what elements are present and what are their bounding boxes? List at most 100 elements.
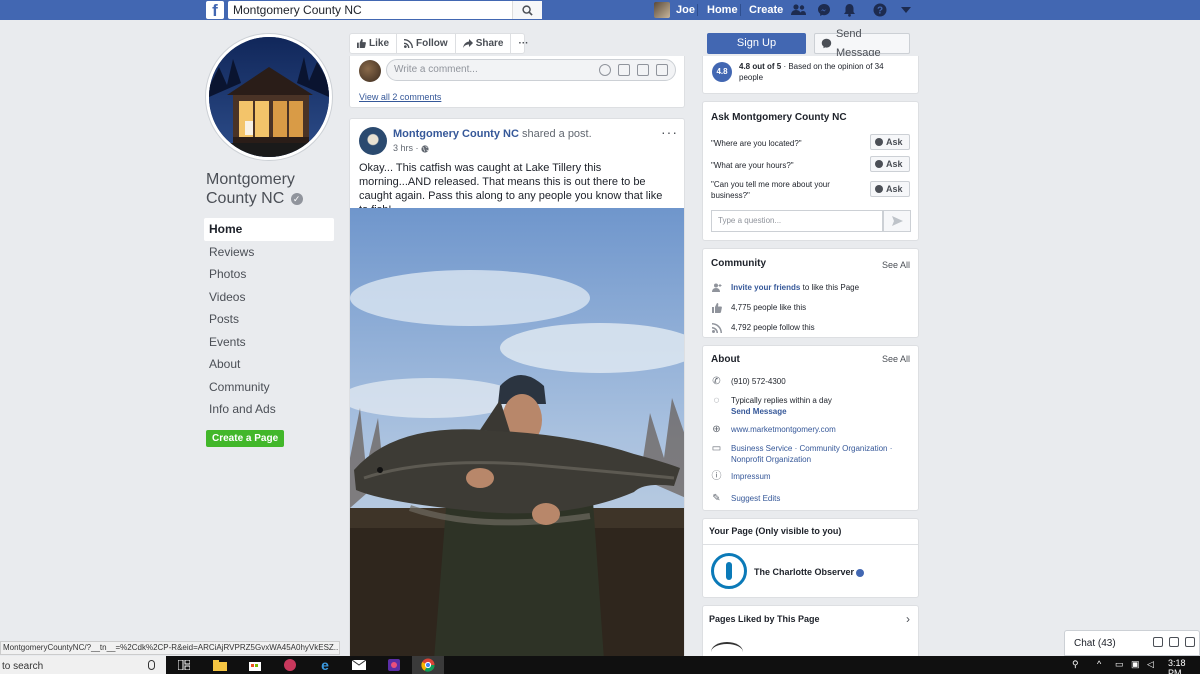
divider [740,4,741,16]
store-icon[interactable] [247,658,263,672]
follow-page-button[interactable]: Follow [397,34,456,53]
nav-item-reviews[interactable]: Reviews [204,241,334,264]
help-icon[interactable]: ? [872,2,888,18]
nav-item-posts[interactable]: Posts [204,308,334,331]
app-icon[interactable] [282,658,298,672]
compose-icon[interactable] [1153,637,1163,647]
about-send-message-link[interactable]: Send Message [731,407,787,416]
volume-icon[interactable]: ◁ [1147,659,1154,670]
people-icon[interactable] [1169,637,1179,647]
about-see-all-link[interactable]: See All [882,354,910,364]
messenger-icon[interactable] [816,2,832,18]
profile-link[interactable]: Joe [654,2,695,18]
user-name: Joe [676,4,695,16]
search-input[interactable] [228,1,508,19]
people-icon[interactable]: ⚲ [1072,659,1079,670]
emoji-icon[interactable] [599,64,611,76]
nav-item-home[interactable]: Home [204,218,334,241]
ask-button[interactable]: Ask [870,134,910,150]
search-box[interactable] [228,1,542,19]
post-photo-catfish[interactable] [350,208,684,657]
search-button[interactable] [512,1,542,19]
battery-icon[interactable]: ▭ [1115,659,1124,670]
post-options-button[interactable]: ··· [661,124,678,140]
rss-follow-icon [404,39,414,48]
nav-item-info-and-ads[interactable]: Info and Ads [204,398,334,421]
ask-button[interactable]: Ask [870,156,910,172]
more-label: ··· [518,38,529,49]
gear-icon[interactable] [1185,637,1195,647]
post-author-link[interactable]: Montgomery County NC [393,128,519,140]
your-page-card: Your Page (Only visible to you) The Char… [702,518,919,598]
comment-input[interactable]: Write a comment... [386,59,676,81]
task-view-icon[interactable] [176,658,192,672]
view-all-comments-link[interactable]: View all 2 comments [359,92,441,102]
sticker-icon[interactable] [656,64,668,76]
nav-item-about[interactable]: About [204,353,334,376]
nav-item-videos[interactable]: Videos [204,286,334,309]
suggest-edits-row: ✎ Suggest Edits [711,493,911,504]
rss-follow-icon [711,322,722,333]
chevron-up-icon[interactable]: ^ [1097,659,1101,669]
taskbar-search-box[interactable]: to search [0,656,166,674]
facebook-logo-icon[interactable]: f [206,1,224,19]
rating-badge: 4.8 [712,62,732,82]
ask-question: "What are your hours?" [711,161,794,170]
categories-links[interactable]: Business Service · Community Organizatio… [731,443,911,465]
post-timestamp[interactable]: 3 hrs · [393,143,429,153]
system-clock[interactable]: 3:18 PM [1168,658,1200,674]
file-explorer-icon[interactable] [212,658,228,672]
like-page-button[interactable]: Like [350,34,398,53]
app-icon[interactable] [386,658,402,672]
create-link[interactable]: Create [749,4,783,16]
page-profile-picture[interactable] [206,34,332,160]
create-page-button[interactable]: Create a Page [206,430,285,447]
sign-up-button[interactable]: Sign Up [707,33,806,54]
taskbar-search-text: to search [2,661,44,672]
phone-row: ✆ (910) 572-4300 [711,376,911,387]
ask-button[interactable]: Ask [870,181,910,197]
notifications-icon[interactable] [841,2,857,18]
charlotte-observer-logo-icon[interactable] [711,553,747,589]
ask-question-input[interactable]: Type a question... [711,210,883,232]
friend-requests-icon[interactable] [790,2,806,18]
page-title-line1: Montgomery [206,171,295,188]
send-message-button[interactable]: Send Message [814,28,910,59]
pencil-icon: ✎ [712,493,721,504]
invite-friends-link[interactable]: Invite your friends [731,283,800,292]
share-page-button[interactable]: Share [456,34,512,53]
chrome-browser-icon[interactable] [420,658,436,672]
nav-item-photos[interactable]: Photos [204,263,334,286]
nav-item-events[interactable]: Events [204,331,334,354]
phone-number[interactable]: (910) 572-4300 [731,376,786,387]
chevron-right-icon[interactable]: › [906,612,910,626]
about-title: About [711,354,740,365]
post-card: Montgomery County NC shared a post. 3 hr… [349,118,685,658]
rating-score[interactable]: 4.8 out of 5 [739,62,781,71]
community-see-all-link[interactable]: See All [882,260,910,270]
microphone-icon[interactable] [148,660,155,670]
home-link[interactable]: Home [707,4,738,16]
folder-icon: ▭ [711,443,722,454]
chat-label: Chat (43) [1074,638,1116,649]
account-menu-chevron-down-icon[interactable] [898,2,914,18]
impressum-link[interactable]: Impressum [731,471,771,482]
post-author-avatar[interactable] [359,127,387,155]
suggest-edits-link[interactable]: Suggest Edits [731,493,780,504]
ask-page-card: Ask Montgomery County NC "Where are you … [702,101,919,241]
nav-item-community[interactable]: Community [204,376,334,399]
chat-sidebar-tab[interactable]: Chat (43) [1064,630,1200,656]
ask-send-button[interactable] [883,210,911,232]
edge-browser-icon[interactable]: e [317,658,333,672]
gif-icon[interactable] [637,64,649,76]
network-icon[interactable]: ▣ [1131,659,1140,670]
post-action-text: shared a post. [521,128,592,140]
website-link[interactable]: www.marketmontgomery.com [731,424,836,435]
your-page-name[interactable]: The Charlotte Observer [754,567,865,577]
info-icon: ⓘ [711,471,722,482]
more-options-button[interactable]: ··· [511,34,535,53]
mail-icon[interactable] [351,658,367,672]
camera-icon[interactable] [618,64,630,76]
comment-placeholder: Write a comment... [394,64,478,75]
page-title[interactable]: Montgomery County NC ✓ [206,170,336,208]
